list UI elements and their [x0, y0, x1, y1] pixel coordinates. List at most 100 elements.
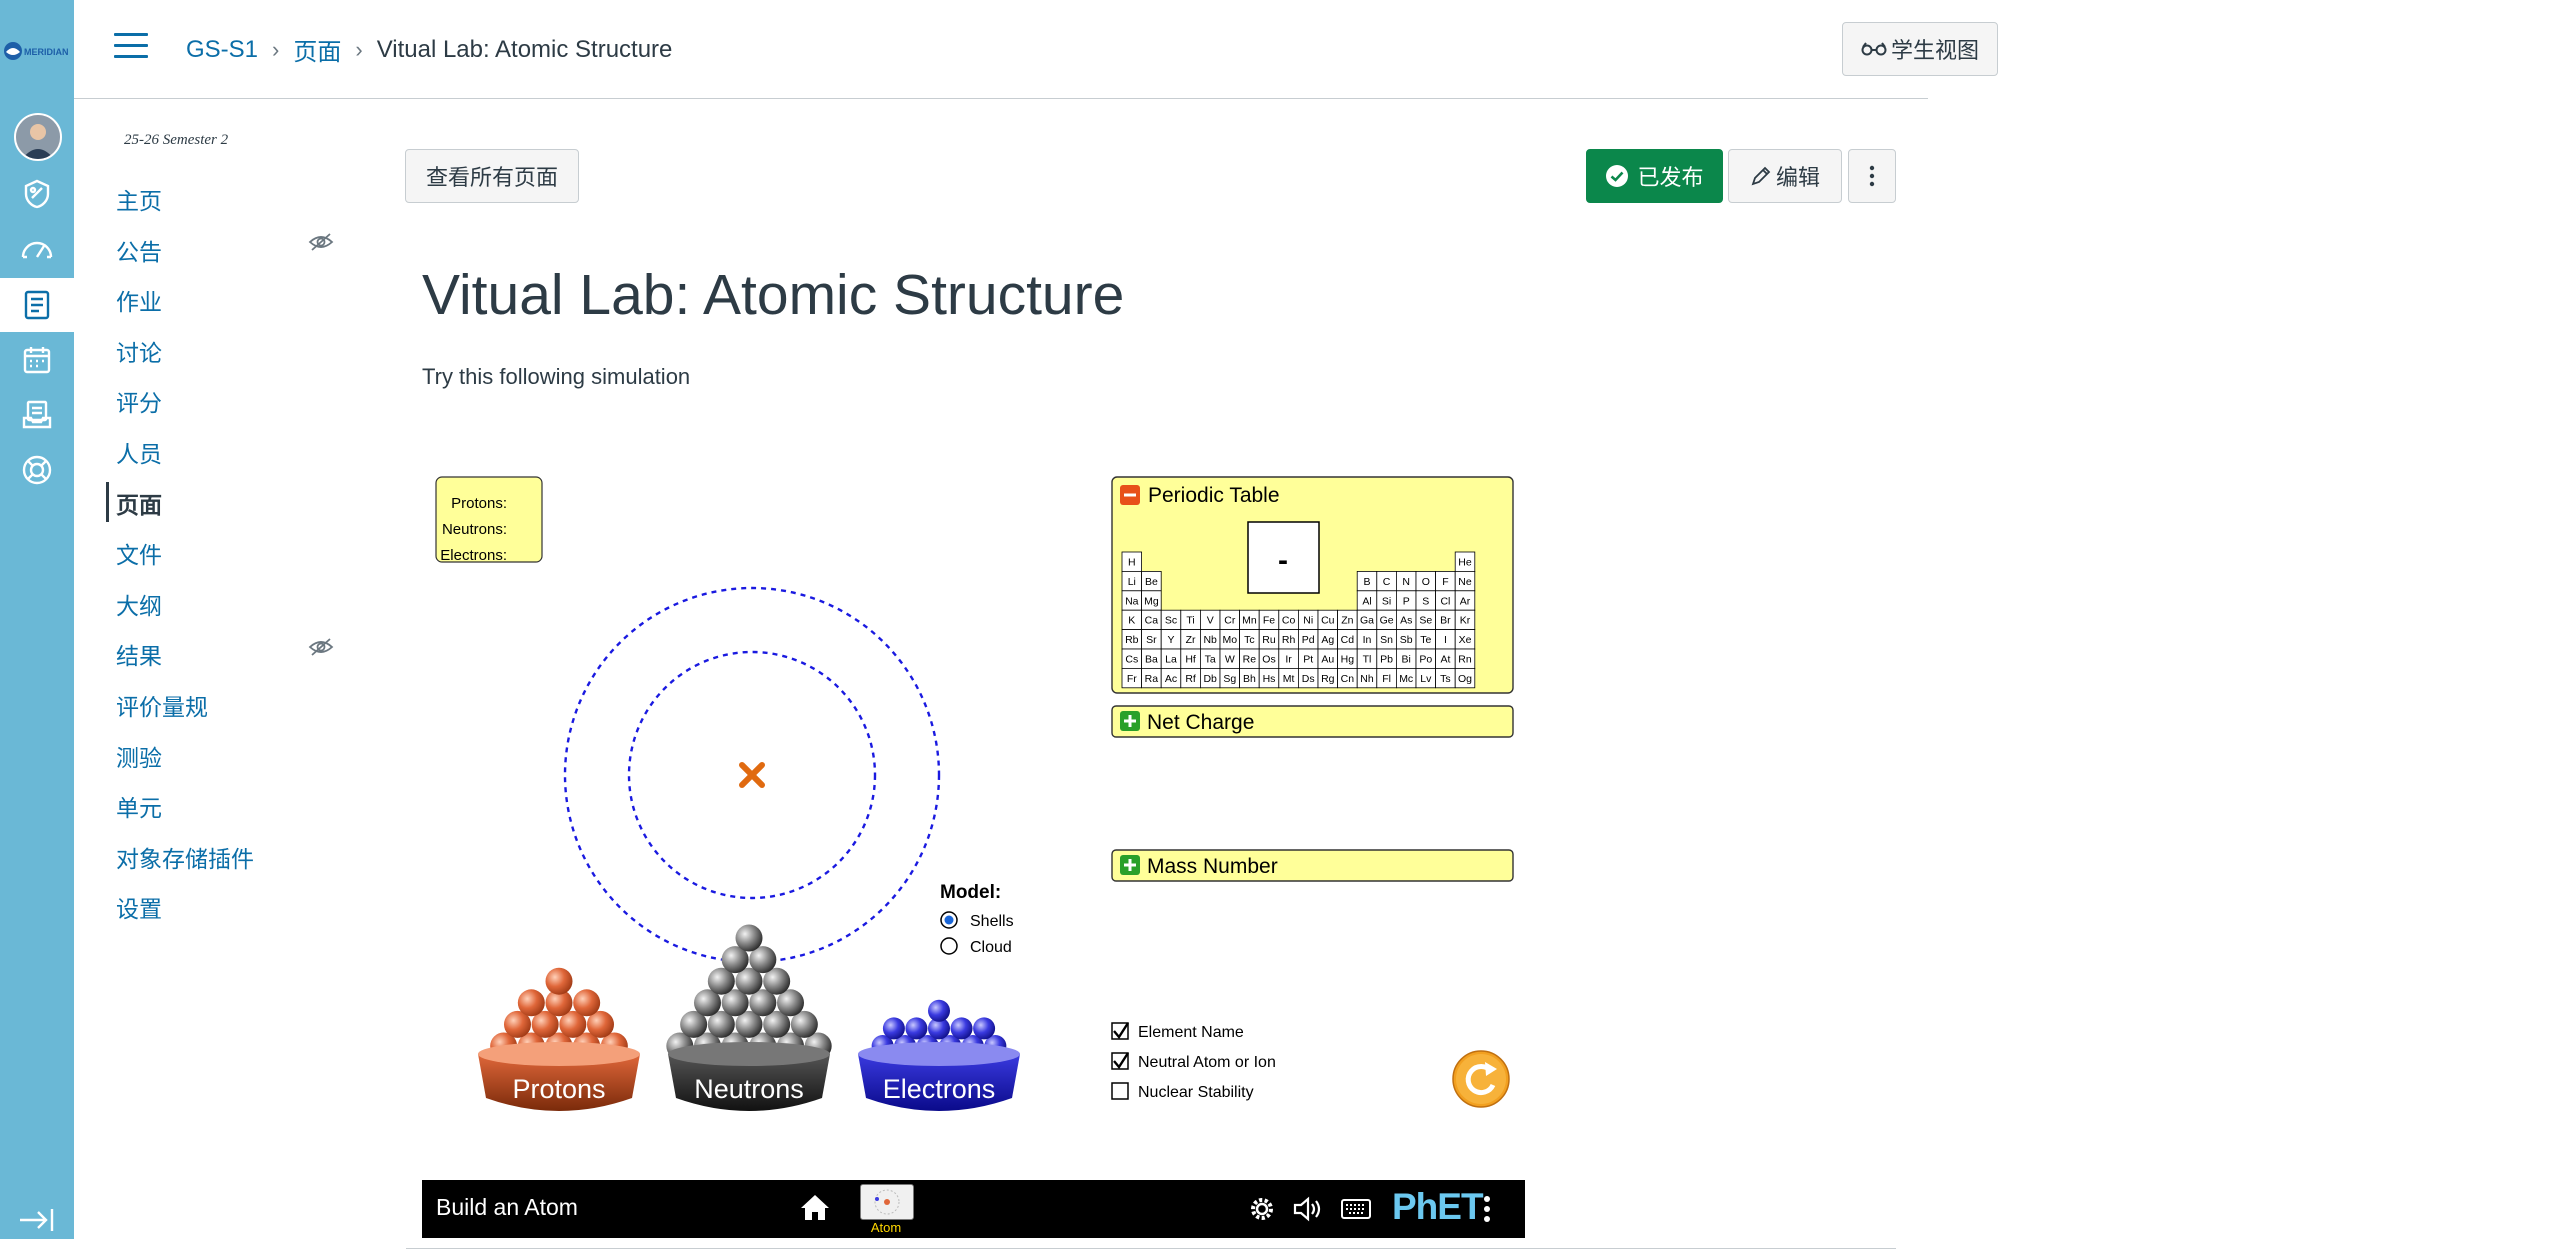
element-cell-li[interactable]: Li [1121, 571, 1143, 592]
element-cell-he[interactable]: He [1454, 551, 1476, 572]
course-nav-syllabus[interactable]: 大纲 [116, 587, 162, 621]
edit-button[interactable]: 编辑 [1728, 149, 1842, 203]
element-cell-zr[interactable]: Zr [1180, 629, 1201, 650]
course-nav-home[interactable]: 主页 [116, 182, 162, 216]
element-cell-c[interactable]: C [1376, 571, 1397, 592]
element-cell-na[interactable]: Na [1121, 590, 1143, 611]
element-cell-os[interactable]: Os [1258, 648, 1280, 669]
element-cell-cd[interactable]: Cd [1337, 629, 1358, 650]
element-cell-n[interactable]: N [1396, 571, 1417, 592]
neutron-particles[interactable] [666, 924, 832, 1060]
element-cell-rf[interactable]: Rf [1180, 667, 1201, 689]
course-nav-people[interactable]: 人员 [116, 435, 162, 469]
element-cell-ag[interactable]: Ag [1317, 629, 1339, 650]
element-cell-db[interactable]: Db [1200, 667, 1221, 689]
element-cell-al[interactable]: Al [1356, 590, 1378, 611]
element-cell-cn[interactable]: Cn [1337, 667, 1358, 689]
element-cell-bi[interactable]: Bi [1396, 648, 1417, 669]
calendar-icon[interactable] [17, 340, 57, 380]
element-cell-h[interactable]: H [1121, 551, 1143, 572]
element-cell-w[interactable]: W [1219, 648, 1241, 669]
element-cell-ge[interactable]: Ge [1376, 609, 1397, 630]
settings-gear-icon[interactable] [1248, 1195, 1276, 1223]
admin-icon[interactable] [17, 174, 57, 214]
element-cell-lv[interactable]: Lv [1415, 667, 1437, 689]
course-nav-pages[interactable]: 页面 [116, 486, 162, 520]
element-cell-fl[interactable]: Fl [1376, 667, 1397, 689]
more-options-button[interactable] [1848, 149, 1896, 203]
element-cell-ba[interactable]: Ba [1141, 648, 1162, 669]
element-cell-sg[interactable]: Sg [1219, 667, 1241, 689]
element-cell-cl[interactable]: Cl [1435, 590, 1456, 611]
course-nav-grades[interactable]: 评分 [116, 384, 162, 418]
phet-logo[interactable]: PhET [1392, 1186, 1484, 1228]
build-an-atom-simulation[interactable]: Protons: Neutrons: Electrons: Model: She… [422, 448, 1525, 1238]
element-cell-la[interactable]: La [1160, 648, 1182, 669]
element-cell-ni[interactable]: Ni [1298, 609, 1319, 630]
element-cell-mg[interactable]: Mg [1141, 590, 1162, 611]
help-icon[interactable] [17, 450, 57, 490]
element-cell-xe[interactable]: Xe [1454, 629, 1476, 650]
neutron-bucket[interactable]: Neutrons [666, 924, 832, 1112]
element-cell-cr[interactable]: Cr [1219, 609, 1241, 630]
element-cell-ts[interactable]: Ts [1435, 667, 1456, 689]
keyboard-icon[interactable] [1340, 1197, 1372, 1221]
breadcrumb-pages[interactable]: 页面 [293, 32, 341, 67]
home-icon[interactable] [800, 1193, 830, 1221]
element-cell-ar[interactable]: Ar [1454, 590, 1476, 611]
electron-particle[interactable] [882, 1017, 905, 1040]
element-cell-mt[interactable]: Mt [1278, 667, 1299, 689]
element-cell-zn[interactable]: Zn [1337, 609, 1358, 630]
nuclear-stability-checkbox[interactable] [1111, 1082, 1129, 1100]
element-cell-in[interactable]: In [1356, 629, 1378, 650]
element-cell-y[interactable]: Y [1160, 629, 1182, 650]
breadcrumb-course[interactable]: GS-S1 [186, 36, 258, 64]
element-cell-k[interactable]: K [1121, 609, 1143, 630]
element-cell-fr[interactable]: Fr [1121, 667, 1143, 689]
element-cell-ir[interactable]: Ir [1278, 648, 1299, 669]
element-cell-si[interactable]: Si [1376, 590, 1397, 611]
element-cell-se[interactable]: Se [1415, 609, 1437, 630]
element-cell-tc[interactable]: Tc [1239, 629, 1260, 650]
element-cell-ga[interactable]: Ga [1356, 609, 1378, 630]
element-cell-og[interactable]: Og [1454, 667, 1476, 689]
element-cell-pt[interactable]: Pt [1298, 648, 1319, 669]
neutral-atom-checkbox[interactable] [1111, 1052, 1130, 1070]
proton-bucket[interactable]: Protons [478, 967, 640, 1111]
element-cell-fe[interactable]: Fe [1258, 609, 1280, 630]
course-nav-rubrics[interactable]: 评价量规 [116, 688, 208, 722]
element-cell-rn[interactable]: Rn [1454, 648, 1476, 669]
element-cell-s[interactable]: S [1415, 590, 1437, 611]
element-cell-br[interactable]: Br [1435, 609, 1456, 630]
element-cell-f[interactable]: F [1435, 571, 1456, 592]
element-cell-nb[interactable]: Nb [1200, 629, 1221, 650]
course-nav-discussions[interactable]: 讨论 [116, 334, 162, 368]
phet-menu-ellipsis-icon[interactable] [1482, 1195, 1492, 1225]
element-cell-ru[interactable]: Ru [1258, 629, 1280, 650]
proton-particle[interactable] [517, 989, 545, 1017]
element-cell-cu[interactable]: Cu [1317, 609, 1339, 630]
institution-logo[interactable]: MERIDIAN [2, 36, 74, 66]
electron-particle[interactable] [950, 1017, 973, 1040]
element-cell-b[interactable]: B [1356, 571, 1378, 592]
element-cell-ac[interactable]: Ac [1160, 667, 1182, 689]
view-all-pages-button[interactable]: 查看所有页面 [405, 149, 579, 203]
element-cell-ti[interactable]: Ti [1180, 609, 1201, 630]
element-cell-sn[interactable]: Sn [1376, 629, 1397, 650]
element-cell-bh[interactable]: Bh [1239, 667, 1260, 689]
element-cell-pd[interactable]: Pd [1298, 629, 1319, 650]
element-cell-mc[interactable]: Mc [1396, 667, 1417, 689]
reset-all-button[interactable] [1452, 1050, 1510, 1108]
element-cell-p[interactable]: P [1396, 590, 1417, 611]
account-avatar[interactable] [14, 113, 62, 161]
element-cell-be[interactable]: Be [1141, 571, 1162, 592]
element-cell-at[interactable]: At [1435, 648, 1456, 669]
course-nav-modules[interactable]: 单元 [116, 789, 162, 823]
atom-screen-button[interactable] [860, 1184, 914, 1220]
element-cell-te[interactable]: Te [1415, 629, 1437, 650]
electron-bucket[interactable]: Electrons [858, 999, 1020, 1111]
electron-particle[interactable] [928, 999, 950, 1022]
element-cell-ds[interactable]: Ds [1298, 667, 1319, 689]
element-cell-tl[interactable]: Tl [1356, 648, 1378, 669]
course-nav-quizzes[interactable]: 测验 [116, 739, 162, 773]
